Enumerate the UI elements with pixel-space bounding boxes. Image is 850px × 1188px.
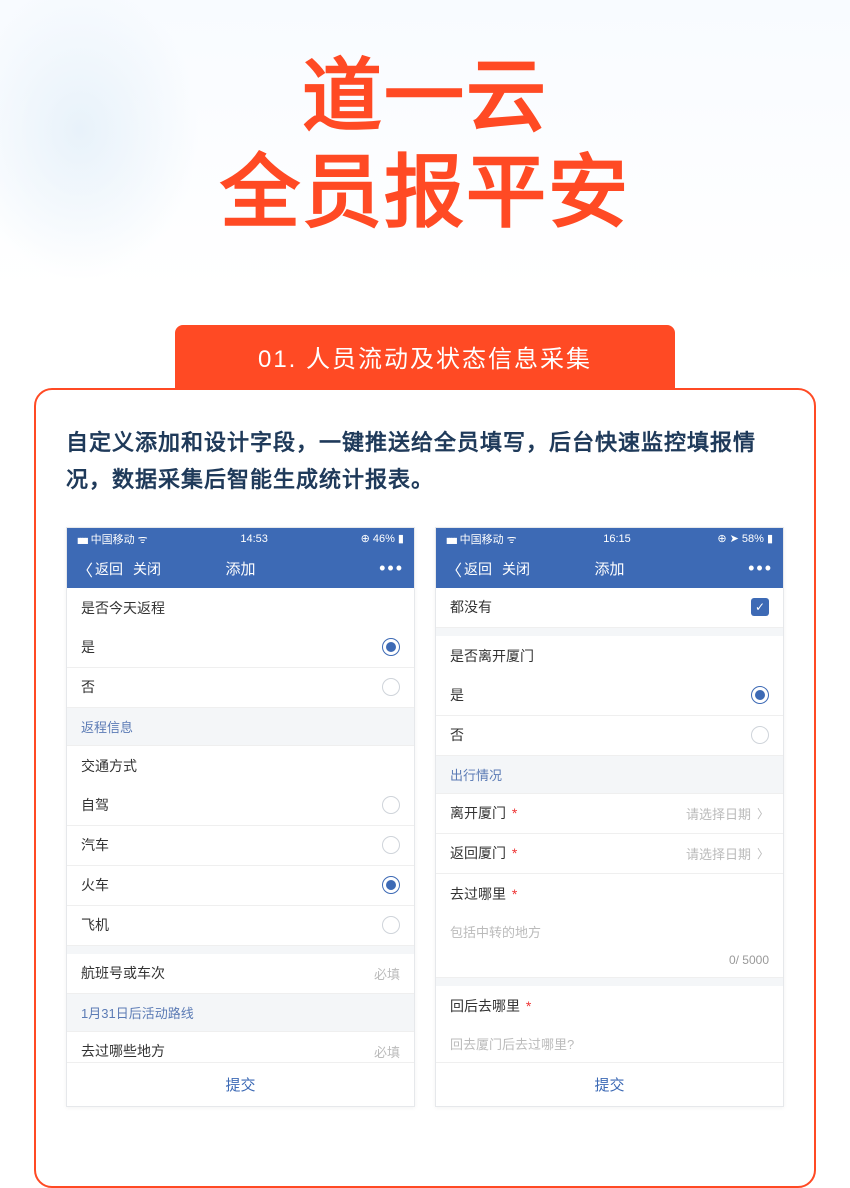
radio-icon bbox=[751, 726, 769, 744]
section-route: 1月31日后活动路线 bbox=[67, 994, 414, 1032]
option-no[interactable]: 否 bbox=[67, 668, 414, 708]
submit-button[interactable]: 提交 bbox=[436, 1062, 783, 1106]
radio-icon bbox=[382, 916, 400, 934]
divider bbox=[436, 978, 783, 986]
question-return-today: 是否今天返程 bbox=[67, 588, 414, 628]
divider bbox=[67, 946, 414, 954]
hero-banner: 道一云 全员报平安 bbox=[0, 0, 850, 290]
section-intro: 自定义添加和设计字段，一键推送给全员填写，后台快速监控填报情况，数据采集后智能生… bbox=[66, 424, 784, 499]
radio-icon bbox=[382, 678, 400, 696]
nav-bar: 〈返回 关闭 添加 ••• bbox=[67, 550, 414, 588]
radio-icon bbox=[382, 836, 400, 854]
form-body: 都没有✓ 是否离开厦门 是 否 出行情况 离开厦门 *请选择日期〉 返回厦门 *… bbox=[436, 588, 783, 1062]
status-bar: 中国移动 ᯤ 14:53 ⊕ 46% ▮ bbox=[67, 528, 414, 550]
nav-bar: 〈返回 关闭 添加 ••• bbox=[436, 550, 783, 588]
back-button[interactable]: 〈返回 bbox=[77, 557, 123, 581]
close-button[interactable]: 关闭 bbox=[133, 559, 161, 579]
option-none[interactable]: 都没有✓ bbox=[436, 588, 783, 628]
hero-title: 道一云 全员报平安 bbox=[220, 49, 630, 241]
placeholder: 回去厦门后去过哪里? bbox=[450, 1037, 574, 1052]
chevron-left-icon: 〈 bbox=[446, 557, 462, 581]
placeholder: 包括中转的地方 bbox=[450, 925, 541, 940]
battery-label: ⊕ 46% ▮ bbox=[361, 532, 404, 545]
return-date-field[interactable]: 返回厦门 *请选择日期〉 bbox=[436, 834, 783, 874]
chevron-right-icon: 〉 bbox=[757, 805, 769, 822]
back-button[interactable]: 〈返回 bbox=[446, 557, 492, 581]
section-tab: 01. 人员流动及状态信息采集 bbox=[175, 325, 675, 388]
radio-icon bbox=[751, 686, 769, 704]
nav-title: 添加 bbox=[594, 558, 624, 579]
submit-button[interactable]: 提交 bbox=[67, 1062, 414, 1106]
section-travel: 出行情况 bbox=[436, 756, 783, 794]
battery-label: ⊕ ➤ 58% ▮ bbox=[717, 532, 773, 545]
hero-line2: 全员报平安 bbox=[220, 145, 630, 241]
option-plane[interactable]: 飞机 bbox=[67, 906, 414, 946]
radio-icon bbox=[382, 638, 400, 656]
section-return-info: 返程信息 bbox=[67, 708, 414, 746]
after-return-label: 回后去哪里 * bbox=[436, 986, 783, 1026]
clock: 16:15 bbox=[603, 533, 631, 545]
where-visited-label: 去过哪里 * bbox=[436, 874, 783, 914]
char-counter: 0/ 5000 bbox=[436, 947, 783, 978]
close-button[interactable]: 关闭 bbox=[502, 559, 530, 579]
after-return-textarea[interactable]: 回去厦门后去过哪里? bbox=[436, 1026, 783, 1059]
phone-left: 中国移动 ᯤ 14:53 ⊕ 46% ▮ 〈返回 关闭 添加 ••• 是否今天返… bbox=[66, 527, 415, 1107]
radio-icon bbox=[382, 796, 400, 814]
chevron-left-icon: 〈 bbox=[77, 557, 93, 581]
phone-right: 中国移动 ᯤ 16:15 ⊕ ➤ 58% ▮ 〈返回 关闭 添加 ••• 都没有… bbox=[435, 527, 784, 1107]
option-yes[interactable]: 是 bbox=[436, 676, 783, 716]
chevron-right-icon: 〉 bbox=[757, 845, 769, 862]
leave-date-field[interactable]: 离开厦门 *请选择日期〉 bbox=[436, 794, 783, 834]
more-button[interactable]: ••• bbox=[379, 558, 404, 579]
where-visited-textarea[interactable]: 包括中转的地方 bbox=[436, 914, 783, 947]
content-panel: 自定义添加和设计字段，一键推送给全员填写，后台快速监控填报情况，数据采集后智能生… bbox=[34, 388, 816, 1188]
status-bar: 中国移动 ᯤ 16:15 ⊕ ➤ 58% ▮ bbox=[436, 528, 783, 550]
option-yes[interactable]: 是 bbox=[67, 628, 414, 668]
radio-icon bbox=[382, 876, 400, 894]
clock: 14:53 bbox=[240, 533, 268, 545]
phones-row: 中国移动 ᯤ 14:53 ⊕ 46% ▮ 〈返回 关闭 添加 ••• 是否今天返… bbox=[66, 527, 784, 1107]
checkbox-checked-icon: ✓ bbox=[751, 598, 769, 616]
carrier-label: 中国移动 ᯤ bbox=[77, 531, 148, 547]
nav-title: 添加 bbox=[225, 558, 255, 579]
option-no[interactable]: 否 bbox=[436, 716, 783, 756]
option-train[interactable]: 火车 bbox=[67, 866, 414, 906]
places-visited-field[interactable]: 去过哪些地方必填 bbox=[67, 1032, 414, 1062]
hero-line1: 道一云 bbox=[220, 49, 630, 145]
question-leave-xiamen: 是否离开厦门 bbox=[436, 636, 783, 676]
question-transport: 交通方式 bbox=[67, 746, 414, 786]
carrier-label: 中国移动 ᯤ bbox=[446, 531, 517, 547]
divider bbox=[436, 628, 783, 636]
option-self-drive[interactable]: 自驾 bbox=[67, 786, 414, 826]
option-bus[interactable]: 汽车 bbox=[67, 826, 414, 866]
form-body: 是否今天返程 是 否 返程信息 交通方式 自驾 汽车 火车 飞机 航班号或车次必… bbox=[67, 588, 414, 1062]
flight-number-field[interactable]: 航班号或车次必填 bbox=[67, 954, 414, 994]
more-button[interactable]: ••• bbox=[748, 558, 773, 579]
